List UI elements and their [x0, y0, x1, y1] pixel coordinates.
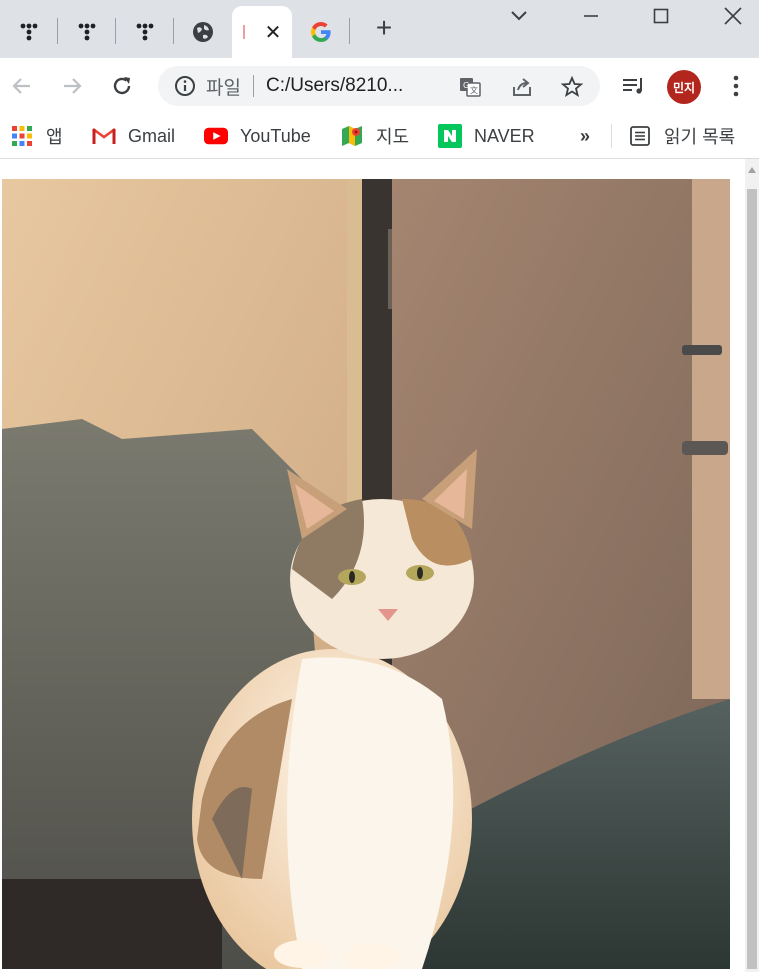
star-icon[interactable]: [560, 75, 584, 99]
arrow-left-icon: [12, 78, 30, 94]
bookmark-apps[interactable]: 앱: [10, 122, 63, 150]
forward-button[interactable]: [54, 68, 90, 104]
bookmark-label: 앱: [46, 127, 63, 147]
cat-image: [2, 179, 730, 969]
tab-1[interactable]: [0, 6, 58, 58]
new-tab-button[interactable]: +: [366, 10, 402, 46]
maximize-button[interactable]: [636, 0, 686, 32]
youtube-icon: [204, 124, 228, 148]
tab-4[interactable]: [174, 6, 232, 58]
info-icon[interactable]: [174, 75, 196, 97]
tab-search-button[interactable]: [494, 0, 544, 32]
minimize-icon: [584, 15, 598, 17]
tab-3[interactable]: [116, 6, 174, 58]
bookmark-maps[interactable]: 지도: [340, 122, 409, 150]
media-control-button[interactable]: [616, 68, 652, 104]
bookmark-naver[interactable]: NAVER: [438, 122, 535, 150]
bookmarks-divider: [611, 124, 612, 148]
svg-text:文: 文: [470, 85, 478, 95]
maximize-icon: [653, 8, 669, 24]
bookmark-label: 지도: [376, 127, 410, 147]
bookmark-label: YouTube: [240, 125, 311, 146]
share-icon[interactable]: [510, 75, 534, 99]
page-content: [0, 159, 759, 972]
bookmark-label: NAVER: [474, 125, 535, 146]
globe-icon: [193, 22, 213, 42]
bookmarks-overflow-button[interactable]: »: [580, 122, 590, 150]
translate-icon[interactable]: G 文: [458, 75, 482, 99]
menu-button[interactable]: [718, 68, 754, 104]
bookmark-gmail[interactable]: Gmail: [92, 122, 175, 150]
close-window-button[interactable]: [708, 0, 758, 32]
profile-avatar[interactable]: 민지: [667, 70, 701, 104]
tab-strip: ✕ +: [0, 0, 759, 58]
svg-text:G: G: [463, 81, 469, 90]
t-logo-icon: [20, 23, 38, 41]
url-scheme-label: 파일: [206, 77, 241, 99]
toolbar: 파일 C:/Users/8210... G 文 민지: [0, 58, 759, 114]
minimize-button[interactable]: [566, 0, 616, 32]
vertical-scrollbar[interactable]: [745, 159, 759, 972]
reading-list-icon: [628, 124, 652, 148]
reload-button[interactable]: [104, 68, 140, 104]
playlist-icon: [623, 78, 642, 94]
more-vert-icon: [733, 75, 739, 97]
reading-list-label: 읽기 목록: [664, 127, 736, 147]
maps-icon: [340, 124, 364, 148]
t-logo-icon: [136, 23, 154, 41]
t-logo-icon: [78, 23, 96, 41]
gmail-icon: [92, 124, 116, 148]
tab-active[interactable]: ✕: [232, 6, 292, 58]
back-button[interactable]: [4, 68, 40, 104]
cat-photo[interactable]: [2, 179, 730, 969]
naver-icon: [438, 124, 462, 148]
arrow-right-icon: [64, 78, 82, 94]
tab-close-button[interactable]: ✕: [265, 20, 282, 45]
scrollbar-thumb[interactable]: [747, 189, 757, 969]
apps-grid-icon: [10, 124, 34, 148]
address-bar[interactable]: 파일 C:/Users/8210... G 文: [158, 66, 600, 106]
bookmarks-bar: 앱 Gmail YouTube 지도 NAVER » 읽기 목록: [0, 114, 759, 159]
scroll-up-icon[interactable]: [748, 167, 756, 173]
url-text[interactable]: C:/Users/8210...: [266, 75, 403, 97]
tab-6[interactable]: [292, 6, 350, 58]
reload-icon: [113, 77, 131, 95]
close-icon: [724, 7, 742, 25]
image-file-icon: [242, 25, 245, 39]
omnibox-divider: [252, 75, 254, 97]
tab-2[interactable]: [58, 6, 116, 58]
bookmark-label: Gmail: [128, 125, 176, 146]
reading-list-button[interactable]: 읽기 목록: [628, 122, 735, 150]
chevron-down-icon: [511, 11, 527, 21]
google-icon: [311, 22, 331, 42]
bookmark-youtube[interactable]: YouTube: [204, 122, 311, 150]
